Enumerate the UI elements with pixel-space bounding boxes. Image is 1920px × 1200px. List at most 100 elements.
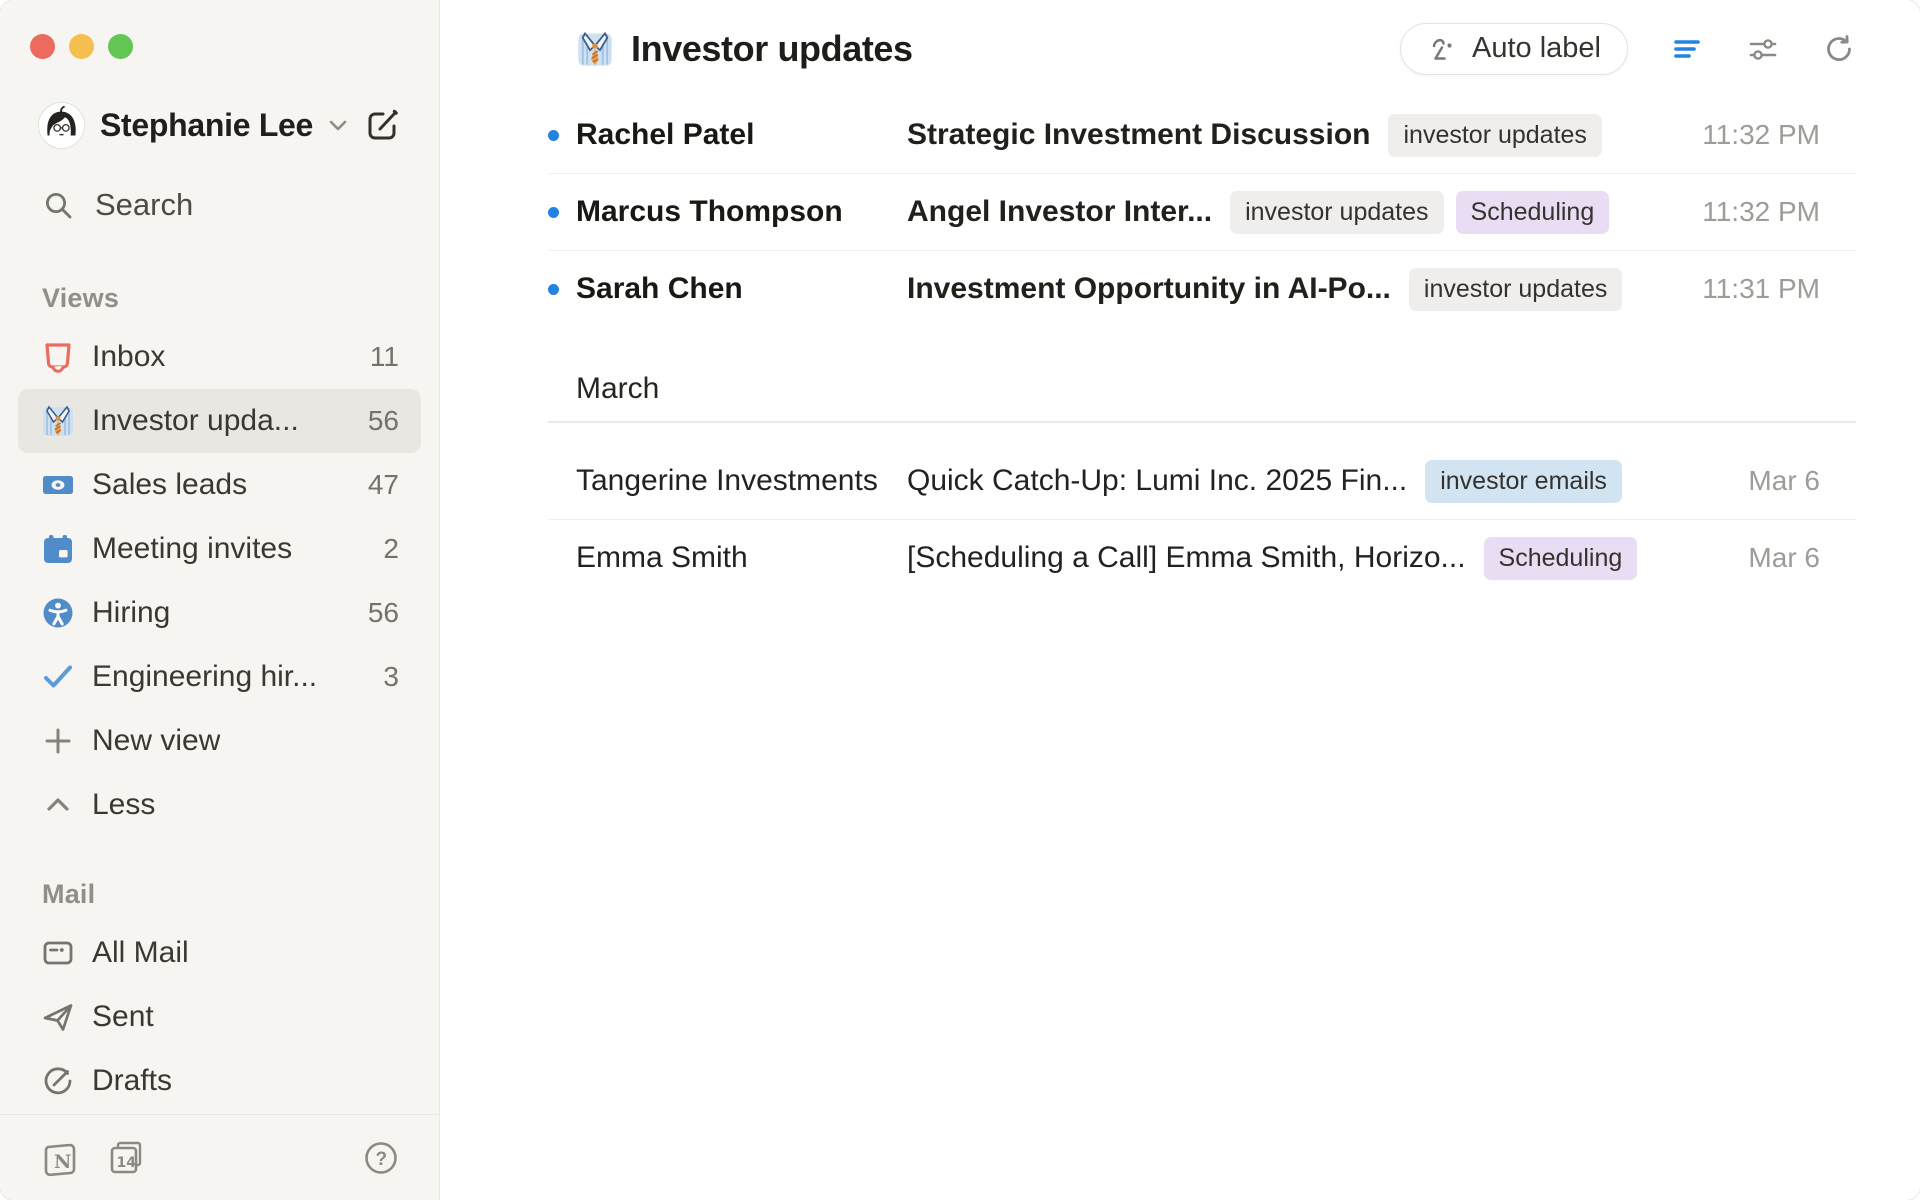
views-section-label: Views <box>42 283 439 313</box>
email-time: 11:32 PM <box>1678 196 1820 228</box>
sidebar-footer: N 14 ? <box>0 1114 439 1200</box>
necktie-icon <box>575 29 615 69</box>
email-time: 11:32 PM <box>1678 119 1820 151</box>
email-list: Rachel PatelStrategic Investment Discuss… <box>548 97 1856 596</box>
email-row[interactable]: Tangerine InvestmentsQuick Catch-Up: Lum… <box>548 443 1856 519</box>
nav-item-label: Investor upda... <box>92 404 299 438</box>
sidebar-item-engineering-hir[interactable]: Engineering hir... 3 <box>18 645 421 709</box>
compose-icon[interactable] <box>363 106 401 144</box>
unread-dot <box>548 130 559 141</box>
avatar <box>38 102 85 149</box>
email-time: Mar 6 <box>1724 465 1820 497</box>
nav-item-label: Engineering hir... <box>92 660 317 694</box>
sidebar-action-new-view[interactable]: New view <box>18 709 421 773</box>
refresh-icon[interactable] <box>1822 32 1856 66</box>
search-placeholder: Search <box>95 187 193 223</box>
auto-label-button[interactable]: Auto label <box>1400 23 1628 75</box>
unread-dot <box>548 284 576 295</box>
sidebar-item-investor-upda[interactable]: Investor upda... 56 <box>18 389 421 453</box>
user-name: Stephanie Lee <box>100 107 313 144</box>
email-subject: Angel Investor Inter... <box>907 195 1212 229</box>
email-labels: investor updates <box>1409 268 1622 311</box>
sidebar-item-drafts[interactable]: Drafts <box>18 1049 421 1113</box>
label-chip[interactable]: investor updates <box>1388 114 1601 157</box>
allmail-icon <box>40 935 76 971</box>
sidebar-action-less[interactable]: Less <box>18 773 421 837</box>
label-chip[interactable]: investor emails <box>1425 460 1622 503</box>
nav-item-label: Sales leads <box>92 468 247 502</box>
unread-dot <box>548 284 559 295</box>
email-labels: Scheduling <box>1484 537 1638 580</box>
calendar-app-icon[interactable]: 14 <box>106 1138 146 1178</box>
nav-item-count: 56 <box>368 405 399 437</box>
label-chip[interactable]: Scheduling <box>1484 537 1638 580</box>
email-labels: investor updates Scheduling <box>1230 191 1609 234</box>
nav-item-label: All Mail <box>92 936 189 970</box>
minimize-button[interactable] <box>69 34 94 59</box>
email-subject: Strategic Investment Discussion <box>907 118 1370 152</box>
mail-app-window: Stephanie Lee Search Views Inbox 11 Invest… <box>0 0 1920 1200</box>
svg-text:N: N <box>54 1151 71 1173</box>
search-input[interactable]: Search <box>42 183 401 227</box>
close-button[interactable] <box>30 34 55 59</box>
search-icon <box>42 189 75 222</box>
svg-text:?: ? <box>376 1149 388 1170</box>
email-subject: Investment Opportunity in AI-Po... <box>907 272 1391 306</box>
auto-label-icon <box>1427 33 1459 65</box>
email-subject: Quick Catch-Up: Lumi Inc. 2025 Fin... <box>907 464 1407 498</box>
inbox-icon <box>40 339 76 375</box>
help-icon[interactable]: ? <box>363 1140 399 1176</box>
group-heading: March <box>548 357 1856 421</box>
zoom-button[interactable] <box>108 34 133 59</box>
account-switcher[interactable]: Stephanie Lee <box>38 101 401 149</box>
drafts-icon <box>40 1063 76 1099</box>
nav-item-label: Inbox <box>92 340 165 374</box>
banknote-icon <box>40 467 76 503</box>
email-sender: Tangerine Investments <box>576 464 907 498</box>
nav-item-label: Meeting invites <box>92 532 292 566</box>
sidebar-item-sales-leads[interactable]: Sales leads 47 <box>18 453 421 517</box>
email-time: Mar 6 <box>1724 542 1820 574</box>
nav-item-label: New view <box>92 724 220 758</box>
notion-icon[interactable]: N <box>40 1138 80 1178</box>
nav-item-label: Less <box>92 788 155 822</box>
nav-item-label: Drafts <box>92 1064 172 1098</box>
email-group: Tangerine InvestmentsQuick Catch-Up: Lum… <box>548 423 1856 596</box>
nav-item-count: 47 <box>368 469 399 501</box>
sidebar-actions: New view Less <box>0 709 439 837</box>
sidebar-item-sent[interactable]: Sent <box>18 985 421 1049</box>
chevron-down-icon[interactable] <box>325 112 351 138</box>
calendar-icon <box>40 531 76 567</box>
sidebar-item-all-mail[interactable]: All Mail <box>18 921 421 985</box>
nav-item-label: Sent <box>92 1000 154 1034</box>
email-row[interactable]: Emma Smith[Scheduling a Call] Emma Smith… <box>548 520 1856 596</box>
email-row[interactable]: Sarah ChenInvestment Opportunity in AI-P… <box>548 251 1856 327</box>
label-chip[interactable]: Scheduling <box>1456 191 1610 234</box>
sidebar-item-meeting-invites[interactable]: Meeting invites2 <box>18 517 421 581</box>
email-group: Rachel PatelStrategic Investment Discuss… <box>548 97 1856 327</box>
auto-label-label: Auto label <box>1472 32 1601 65</box>
email-time: 11:31 PM <box>1678 273 1820 305</box>
sidebar-item-inbox[interactable]: Inbox 11 <box>18 325 421 389</box>
label-chip[interactable]: investor updates <box>1230 191 1443 234</box>
header-controls: Auto label <box>1400 23 1856 75</box>
nav-item-label: Hiring <box>92 596 170 630</box>
label-chip[interactable]: investor updates <box>1409 268 1622 311</box>
unread-dot <box>548 207 576 218</box>
necktie-icon <box>40 403 76 439</box>
sliders-icon[interactable] <box>1746 32 1780 66</box>
nav-item-count: 11 <box>370 341 399 373</box>
email-row[interactable]: Rachel PatelStrategic Investment Discuss… <box>548 97 1856 173</box>
mail-section-label: Mail <box>42 879 439 909</box>
nav-item-count: 3 <box>383 661 399 693</box>
email-sender: Sarah Chen <box>576 272 907 306</box>
mail-list: All Mail Sent Drafts <box>0 921 439 1113</box>
svg-text:14: 14 <box>117 1155 137 1171</box>
sidebar-item-hiring[interactable]: Hiring56 <box>18 581 421 645</box>
email-row[interactable]: Marcus ThompsonAngel Investor Inter...in… <box>548 174 1856 250</box>
email-sender: Rachel Patel <box>576 118 907 152</box>
filter-icon[interactable] <box>1670 32 1704 66</box>
plus-icon <box>40 723 76 759</box>
page-title: Investor updates <box>631 28 913 70</box>
sidebar: Stephanie Lee Search Views Inbox 11 Invest… <box>0 0 440 1200</box>
